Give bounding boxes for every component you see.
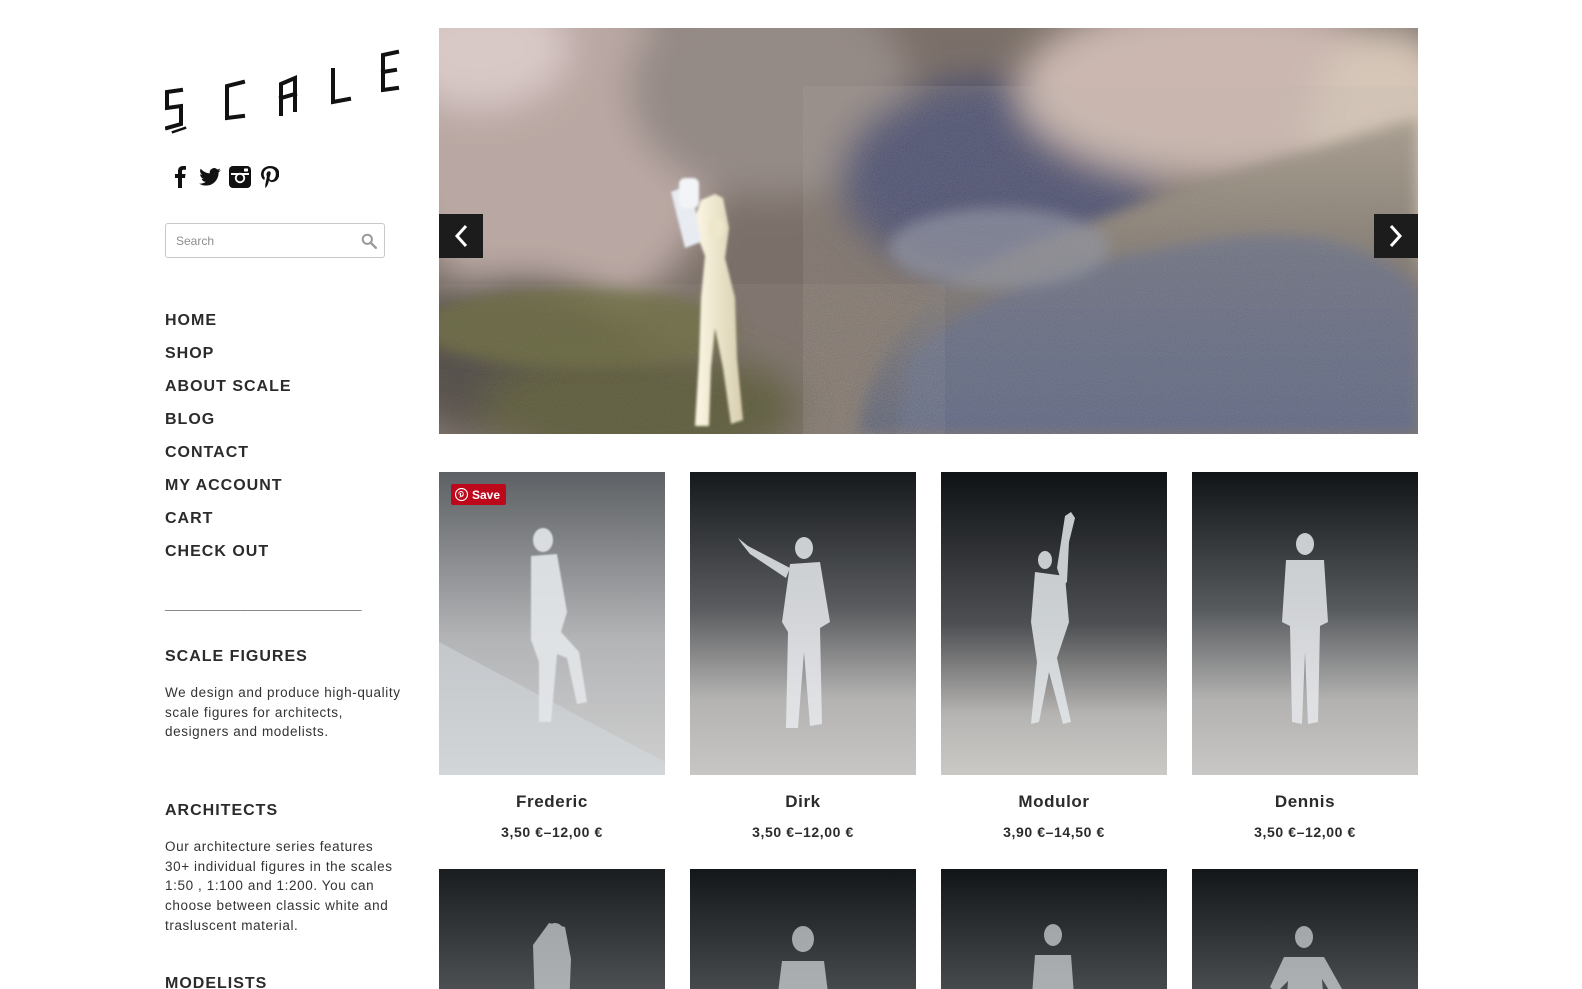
- widget-title-architects: ARCHITECTS: [165, 802, 279, 819]
- pinterest-save-label: Save: [472, 487, 501, 502]
- pinterest-icon: [455, 488, 468, 501]
- product-card-row2-2[interactable]: [690, 869, 916, 989]
- pinterest-icon[interactable]: [259, 166, 281, 188]
- search-input[interactable]: [176, 232, 346, 250]
- product-image-dennis[interactable]: [1192, 472, 1418, 775]
- product-card-row2-3[interactable]: [941, 869, 1167, 989]
- nav-check-out[interactable]: CHECK OUT: [165, 542, 269, 562]
- nav-cart[interactable]: CART: [165, 509, 213, 529]
- nav-home[interactable]: HOME: [165, 311, 217, 331]
- widget-title-modelists: MODELISTS: [165, 975, 268, 989]
- instagram-icon[interactable]: [229, 166, 251, 188]
- nav-blog[interactable]: BLOG: [165, 410, 215, 430]
- nav-shop[interactable]: SHOP: [165, 344, 214, 364]
- chevron-left-icon: [454, 224, 468, 248]
- slider-next-button[interactable]: [1374, 214, 1418, 258]
- chevron-right-icon: [1389, 224, 1403, 248]
- product-price: 3,90 €–14,50 €: [1003, 824, 1105, 840]
- product-image[interactable]: [1192, 869, 1418, 989]
- nav-contact[interactable]: CONTACT: [165, 443, 249, 463]
- product-card-dirk[interactable]: Dirk 3,50 €–12,00 €: [690, 472, 916, 840]
- hero-slide-image: [439, 28, 1418, 434]
- widget-title-scale-figures: SCALE FIGURES: [165, 648, 308, 665]
- pinterest-save-button[interactable]: Save: [451, 484, 507, 505]
- product-image[interactable]: [690, 869, 916, 989]
- sidebar: HOME SHOP ABOUT SCALE BLOG CONTACT MY AC…: [164, 0, 405, 989]
- product-price: 3,50 €–12,00 €: [501, 824, 603, 840]
- product-card-frederic[interactable]: Save Frederic 3,50 €–12,00 €: [439, 472, 665, 840]
- product-image-frederic[interactable]: Save: [439, 472, 665, 775]
- product-name[interactable]: Modulor: [941, 792, 1167, 812]
- widget-text-architects: Our architecture series features 30+ ind…: [165, 839, 393, 933]
- product-image-dirk[interactable]: [690, 472, 916, 775]
- nav-about-scale[interactable]: ABOUT SCALE: [165, 377, 292, 397]
- product-name[interactable]: Dennis: [1192, 792, 1418, 812]
- facebook-icon[interactable]: [169, 166, 191, 188]
- widget-text-scale-figures: We design and produce high-quality scale…: [165, 685, 401, 740]
- main-nav: HOME SHOP ABOUT SCALE BLOG CONTACT MY AC…: [165, 311, 292, 575]
- site-logo[interactable]: [164, 48, 400, 138]
- product-price: 3,50 €–12,00 €: [752, 824, 854, 840]
- nav-my-account[interactable]: MY ACCOUNT: [165, 476, 283, 496]
- slider-prev-button[interactable]: [439, 214, 483, 258]
- product-card-dennis[interactable]: Dennis 3,50 €–12,00 €: [1192, 472, 1418, 840]
- search-icon[interactable]: [361, 233, 377, 249]
- product-image[interactable]: [941, 869, 1167, 989]
- product-price: 3,50 €–12,00 €: [1254, 824, 1356, 840]
- twitter-icon[interactable]: [199, 166, 221, 188]
- scale-logo-graphic: [164, 49, 400, 134]
- product-card-modulor[interactable]: Modulor 3,90 €–14,50 €: [941, 472, 1167, 840]
- product-card-row2-4[interactable]: [1192, 869, 1418, 989]
- product-image[interactable]: [439, 869, 665, 989]
- sidebar-divider: _________________________: [165, 596, 362, 613]
- product-card-row2-1[interactable]: [439, 869, 665, 989]
- search-box: [165, 223, 385, 258]
- product-name[interactable]: Dirk: [690, 792, 916, 812]
- social-links: [169, 166, 281, 188]
- product-image-modulor[interactable]: [941, 472, 1167, 775]
- product-name[interactable]: Frederic: [439, 792, 665, 812]
- hero-slider: [439, 28, 1418, 434]
